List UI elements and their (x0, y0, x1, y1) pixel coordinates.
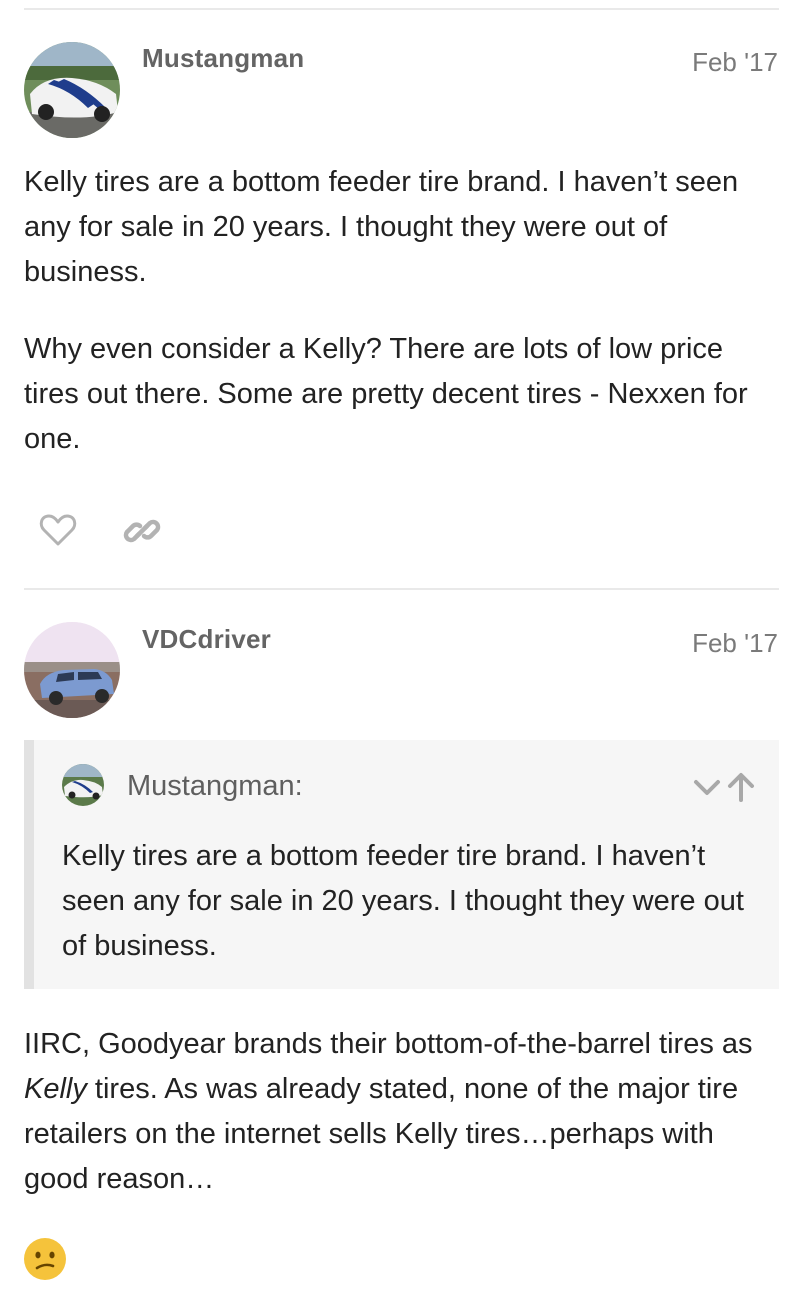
post-divider (24, 8, 779, 10)
reply-text: IIRC, Goodyear brands their bottom-of-th… (24, 1028, 753, 1060)
topic-page: Mustangman Feb '17 Kelly tires are a bot… (0, 0, 800, 1303)
link-icon[interactable] (122, 511, 162, 551)
post-divider (24, 588, 779, 590)
avatar[interactable] (24, 622, 120, 718)
quote-author[interactable]: Mustangman: (127, 770, 303, 803)
quote-block: Mustangman: Kelly tires are a bottom fee… (24, 740, 779, 989)
avatar[interactable] (24, 42, 120, 138)
post-date[interactable]: Feb '17 (692, 628, 778, 659)
heart-icon[interactable] (38, 510, 78, 550)
mustang-car-avatar-icon (24, 42, 120, 138)
quote-avatar[interactable] (62, 764, 104, 806)
quote-text: Kelly tires are a bottom feeder tire bra… (62, 840, 744, 962)
post-body: Kelly tires are a bottom feeder tire bra… (24, 160, 784, 462)
post-paragraph: Kelly tires are a bottom feeder tire bra… (24, 166, 739, 288)
mustang-car-avatar-icon (62, 764, 104, 806)
reply-emphasis: Kelly (24, 1073, 87, 1105)
arrow-up-icon[interactable] (724, 770, 758, 804)
post-paragraph: Why even consider a Kelly? There are lot… (24, 333, 748, 455)
post-body: IIRC, Goodyear brands their bottom-of-th… (24, 1022, 784, 1202)
username[interactable]: VDCdriver (142, 624, 271, 655)
chevron-down-icon[interactable] (690, 770, 724, 804)
reply-text: tires. As was already stated, none of th… (24, 1073, 739, 1195)
post-paragraph: IIRC, Goodyear brands their bottom-of-th… (24, 1022, 784, 1202)
blue-wagon-avatar-icon (24, 622, 120, 718)
post-date[interactable]: Feb '17 (692, 47, 778, 78)
confused-face-icon (23, 1237, 67, 1281)
username[interactable]: Mustangman (142, 43, 304, 74)
